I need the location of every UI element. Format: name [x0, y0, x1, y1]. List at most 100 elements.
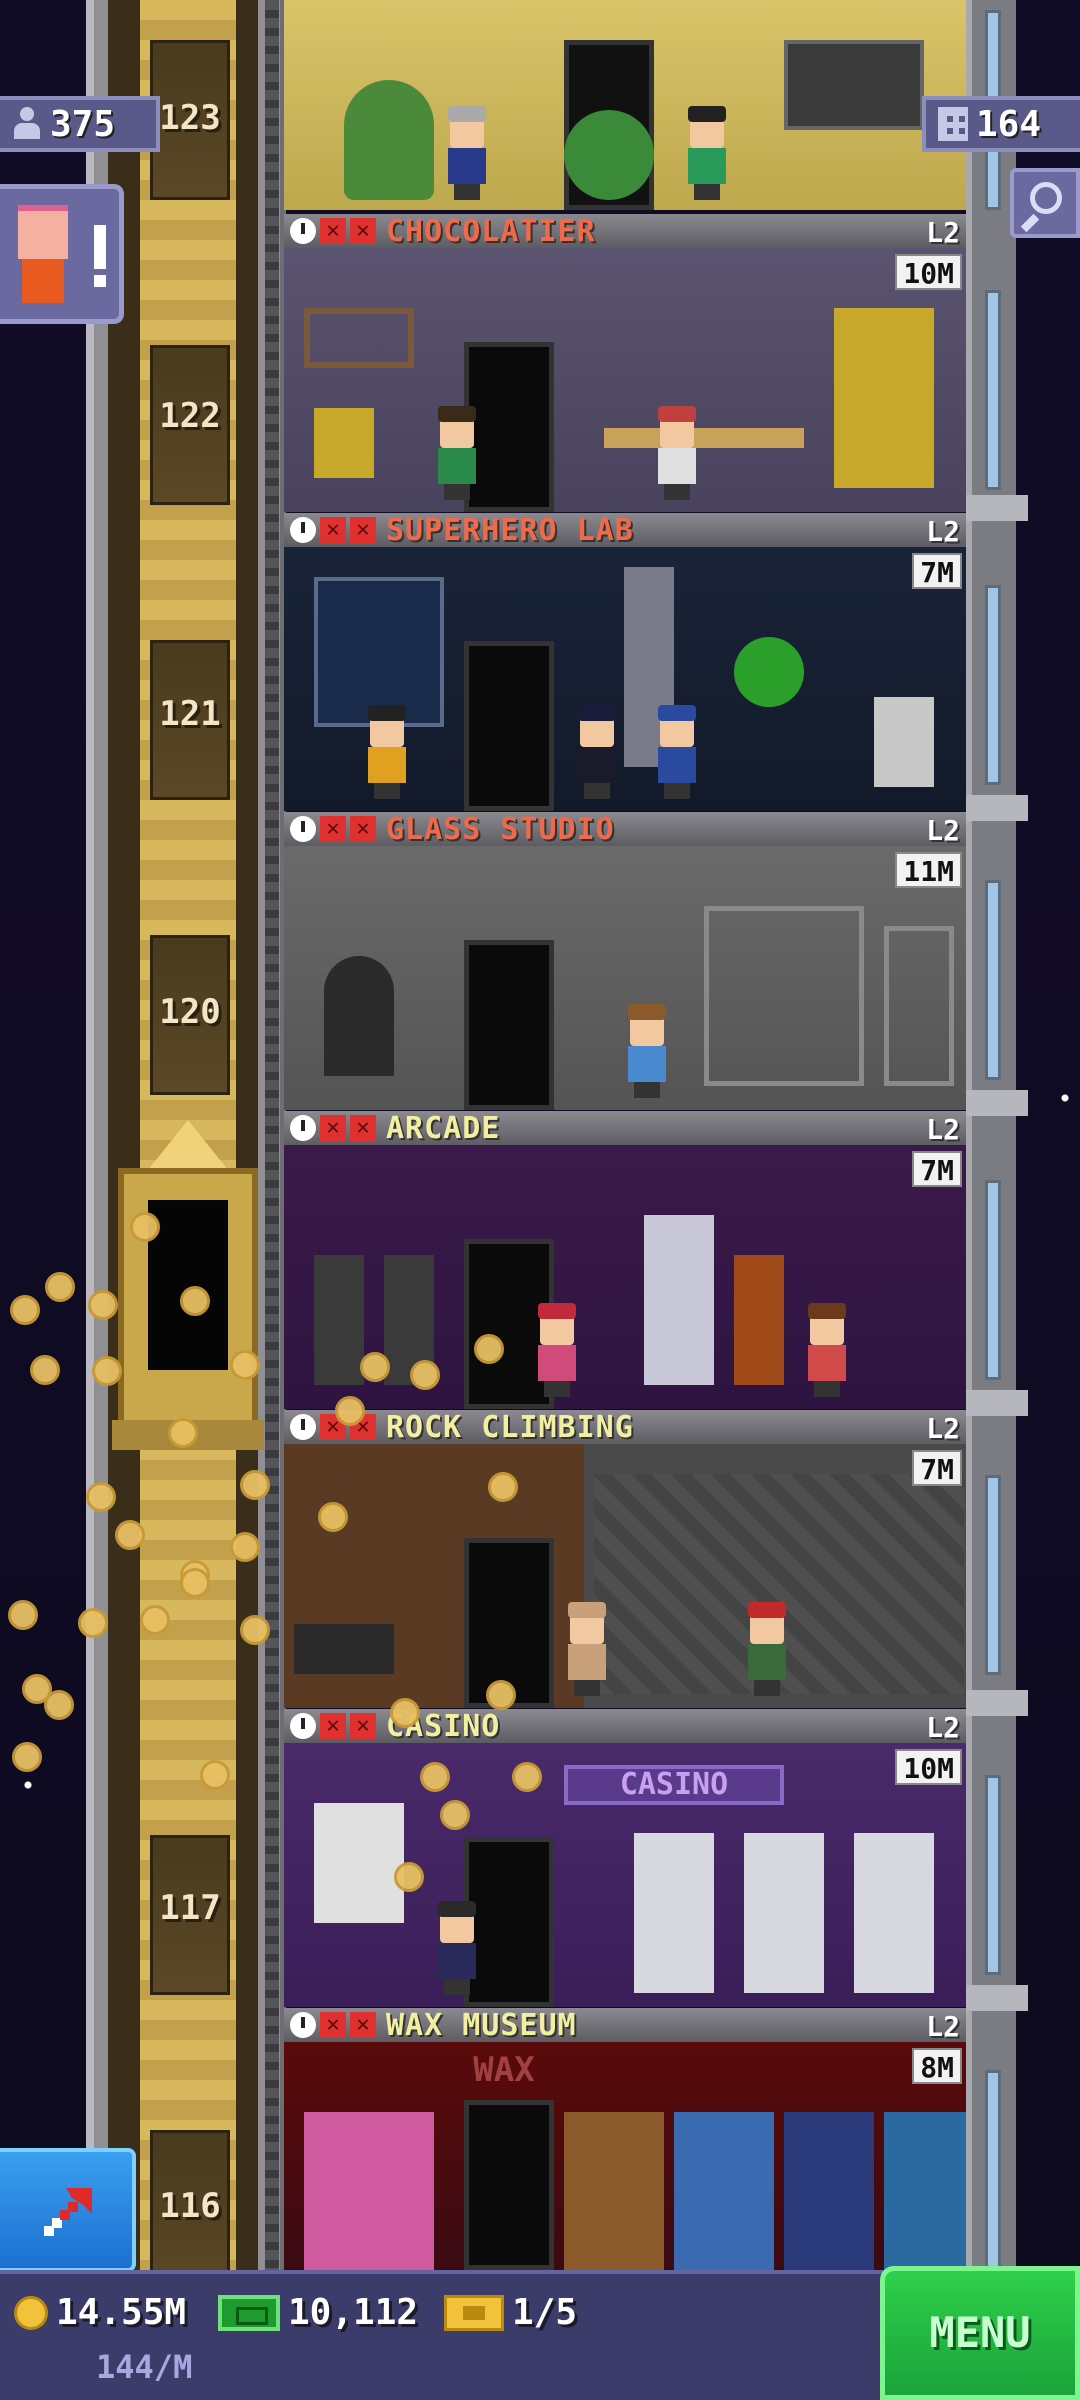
search-button[interactable]: [1010, 168, 1080, 238]
coin-particle: [115, 1520, 145, 1550]
floor-header[interactable]: ✕ ✕ GLASS STUDIO L2: [284, 811, 966, 847]
shaft-floor-number: 120: [159, 992, 221, 1032]
rocket-button[interactable]: [0, 2148, 136, 2272]
floor-room[interactable]: [284, 846, 966, 1110]
floor-superhero-lab[interactable]: ✕ ✕ SUPERHERO LAB L2 7M: [284, 513, 966, 811]
coin-particle: [390, 1698, 420, 1728]
resident[interactable]: [684, 106, 730, 200]
worker[interactable]: [624, 1004, 670, 1098]
floor-header[interactable]: ✕ ✕ WAX MUSEUM L2: [284, 2008, 966, 2043]
worker[interactable]: [364, 705, 410, 799]
citizens-counter[interactable]: 375: [0, 96, 160, 152]
floor-header[interactable]: ✕ ✕ CASINO L2: [284, 1709, 966, 1744]
visitor[interactable]: [534, 1303, 580, 1397]
coins-stat[interactable]: 14.55M: [14, 2292, 186, 2333]
coin-particle: [200, 1760, 230, 1790]
facade-ledge: [966, 795, 1028, 821]
floor-room[interactable]: WAX: [284, 2042, 966, 2270]
coin-particle: [30, 1355, 60, 1385]
vip-visitor-body: [22, 259, 64, 303]
coin-particle: [86, 1482, 116, 1512]
stock-empty-icon: ✕: [350, 816, 376, 842]
floor-room[interactable]: CASINO: [284, 1743, 966, 2007]
floor-room[interactable]: [284, 248, 966, 512]
coin-particle: [10, 1295, 40, 1325]
ticket-icon: [444, 2294, 504, 2331]
facade-ledge: [966, 1090, 1028, 1116]
chocolate-machine: [834, 308, 934, 488]
floor-glass-studio[interactable]: ✕ ✕ GLASS STUDIO L2 11M: [284, 812, 966, 1110]
shaft-floor-number: 122: [159, 396, 221, 436]
floors-counter[interactable]: 164: [922, 96, 1080, 152]
hero[interactable]: [654, 705, 700, 799]
clock-icon: [290, 1713, 316, 1739]
worker[interactable]: [654, 406, 700, 500]
vip-visitor-button[interactable]: [0, 184, 124, 324]
floor-header[interactable]: ✕ ✕ ARCADE L2: [284, 1110, 966, 1146]
shaft-rail: [265, 0, 279, 2270]
floor-header[interactable]: ✕ ✕ SUPERHERO LAB L2: [284, 512, 966, 548]
visitor[interactable]: [434, 1901, 480, 1995]
coin-particle: [8, 1600, 38, 1630]
floor-wax-museum[interactable]: ✕ ✕ WAX MUSEUM L2 WAX 8M: [284, 2008, 966, 2270]
worker[interactable]: [434, 406, 480, 500]
floor-name: GLASS STUDIO: [386, 811, 615, 847]
floor-room[interactable]: [284, 1444, 966, 1708]
glass-furnace: [324, 956, 394, 1076]
facade-window: [985, 585, 1001, 785]
floor-earnings: 11M: [895, 852, 962, 888]
building-icon: [938, 107, 968, 141]
visitor[interactable]: [564, 1602, 610, 1696]
room-door: [464, 940, 554, 1110]
claw-machine: [644, 1215, 714, 1385]
floor-room[interactable]: [284, 547, 966, 811]
slot-machine: [744, 1833, 824, 1993]
coin-particle: [140, 1605, 170, 1635]
top-floor-room[interactable]: [284, 0, 966, 210]
room-door: [464, 2100, 554, 2270]
facade-window: [985, 1775, 1001, 1975]
floor-level: L2: [926, 216, 960, 249]
coin-icon: [14, 2295, 48, 2330]
bank-sign: [314, 1803, 404, 1923]
stock-empty-icon: ✕: [320, 2012, 346, 2038]
floor-header[interactable]: ✕ ✕ ROCK CLIMBING L2: [284, 1410, 966, 1445]
floor-level: L2: [926, 814, 960, 847]
chocolate-pot: [314, 408, 374, 478]
stock-empty-icon: ✕: [350, 517, 376, 543]
resident[interactable]: [444, 106, 490, 200]
egg-chair: [344, 80, 434, 200]
shelf: [304, 308, 414, 368]
tickets-stat[interactable]: 1/5: [444, 2292, 577, 2333]
elevator-car[interactable]: [112, 1120, 264, 1450]
clock-icon: [290, 517, 316, 543]
shaft-floor-number: 117: [159, 1888, 221, 1928]
elevator-door: [148, 1200, 228, 1370]
egg-chair: [564, 110, 654, 200]
hero[interactable]: [574, 705, 620, 799]
climber[interactable]: [744, 1602, 790, 1696]
wax-figure-booth: [784, 2112, 874, 2270]
clock-icon: [290, 2012, 316, 2038]
floor-name: ARCADE: [386, 1110, 501, 1146]
floor-name: SUPERHERO LAB: [386, 512, 634, 548]
stock-empty-icon: ✕: [320, 517, 346, 543]
room-door: [464, 641, 554, 811]
hologram-globe: [734, 637, 804, 707]
visitor[interactable]: [804, 1303, 850, 1397]
floor-header[interactable]: ✕ ✕ CHOCOLATIER L2: [284, 214, 966, 249]
coin-particle: [335, 1396, 365, 1426]
bux-stat[interactable]: 10,112: [218, 2292, 418, 2333]
facade-window: [985, 1475, 1001, 1675]
front-desk: [294, 1624, 394, 1674]
floor-chocolatier[interactable]: ✕ ✕ CHOCOLATIER L2 10M: [284, 214, 966, 512]
coin-particle: [168, 1418, 198, 1448]
menu-button[interactable]: MENU: [880, 2266, 1080, 2400]
facade-ledge: [966, 1390, 1028, 1416]
floor-rock-climbing[interactable]: ✕ ✕ ROCK CLIMBING L2 7M: [284, 1410, 966, 1708]
coin-particle: [230, 1350, 260, 1380]
stock-empty-icon: ✕: [350, 1115, 376, 1141]
coin-particle: [240, 1615, 270, 1645]
floor-casino[interactable]: ✕ ✕ CASINO L2 CASINO 10M: [284, 1709, 966, 2007]
coin-particle: [45, 1272, 75, 1302]
